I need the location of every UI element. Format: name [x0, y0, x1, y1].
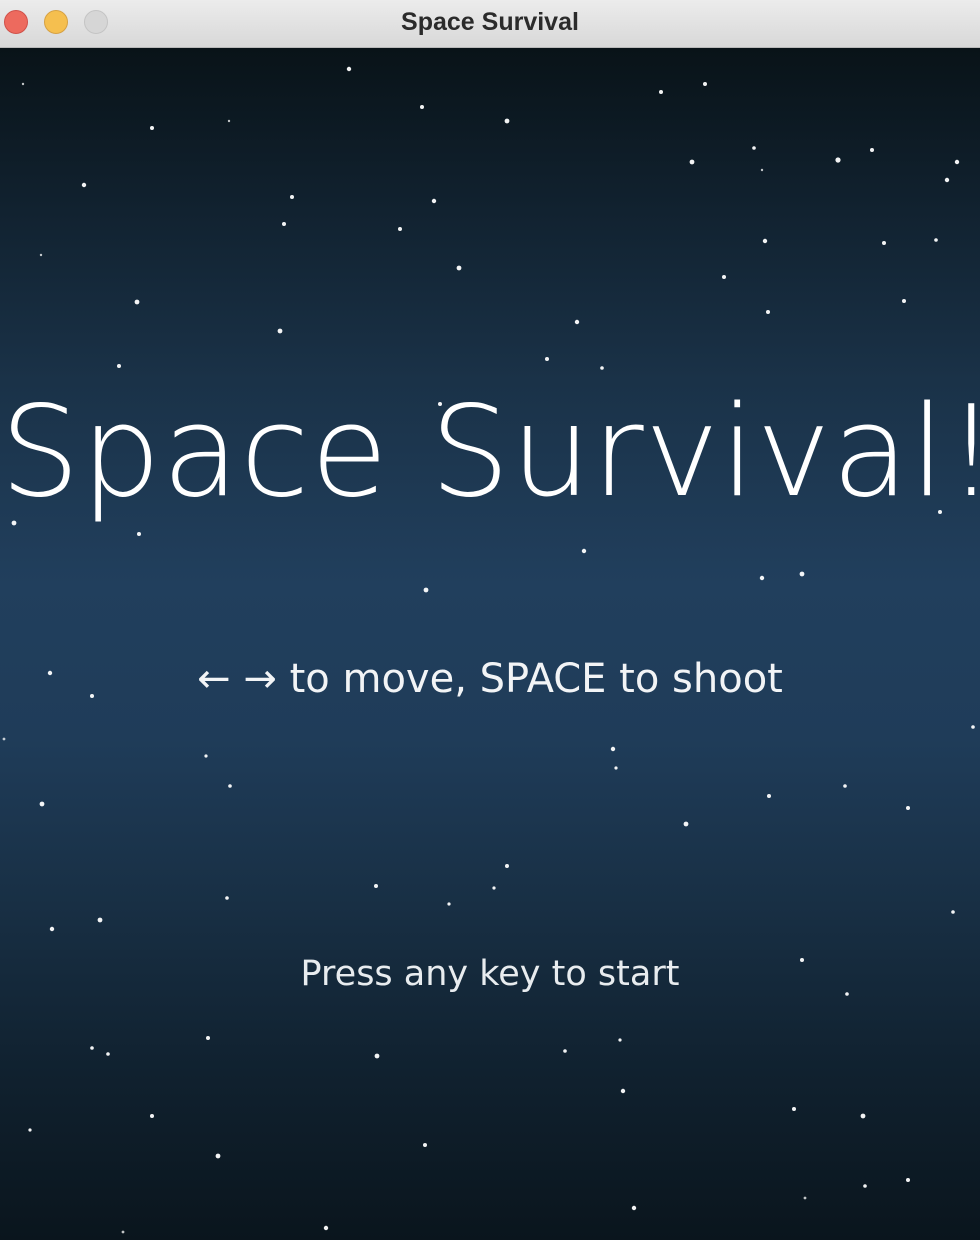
star	[150, 126, 154, 130]
star	[906, 806, 910, 810]
star	[614, 766, 618, 770]
starfield	[2, 66, 975, 1234]
app-window: Space Survival Space Survival! ← → to mo…	[0, 0, 980, 1240]
star	[346, 66, 352, 72]
star	[227, 119, 231, 123]
game-title: Space Survival!	[0, 378, 980, 525]
star	[760, 168, 764, 172]
window-title: Space Survival	[401, 8, 579, 36]
star	[620, 1088, 626, 1094]
star	[117, 364, 121, 368]
star	[752, 146, 756, 150]
star	[870, 148, 874, 152]
star	[492, 886, 496, 890]
star	[423, 587, 429, 593]
star	[631, 1205, 637, 1211]
star	[574, 319, 580, 325]
star	[505, 864, 509, 868]
star	[944, 177, 950, 183]
star	[600, 366, 604, 370]
star	[447, 902, 451, 906]
star	[659, 90, 663, 94]
star	[689, 159, 695, 165]
star	[618, 1038, 622, 1042]
star	[137, 532, 141, 536]
star	[906, 1178, 910, 1182]
star	[215, 1153, 221, 1159]
star	[860, 1113, 866, 1119]
star	[759, 575, 765, 581]
star	[398, 227, 402, 231]
star	[766, 310, 770, 314]
game-canvas[interactable]: Space Survival! ← → to move, SPACE to sh…	[0, 48, 980, 1240]
star	[703, 82, 707, 86]
star	[374, 884, 378, 888]
star	[423, 1143, 427, 1147]
star	[767, 794, 771, 798]
star	[106, 1052, 110, 1056]
star	[134, 299, 140, 305]
star	[431, 198, 437, 204]
star	[792, 1107, 796, 1111]
star	[49, 926, 55, 932]
title-bar: Space Survival	[0, 0, 980, 48]
star	[420, 105, 424, 109]
star	[225, 896, 229, 900]
star	[150, 1114, 154, 1118]
star	[90, 1046, 94, 1050]
star	[971, 725, 975, 729]
star	[39, 801, 45, 807]
star	[21, 82, 25, 86]
star	[277, 328, 283, 334]
star	[282, 222, 286, 226]
star	[290, 195, 294, 199]
star	[954, 159, 960, 165]
star	[204, 754, 208, 758]
star	[863, 1184, 867, 1188]
star	[934, 238, 938, 242]
star	[456, 265, 462, 271]
star	[803, 1196, 807, 1200]
star	[683, 821, 689, 827]
star	[610, 746, 616, 752]
star	[206, 1036, 210, 1040]
star	[121, 1230, 125, 1234]
star	[2, 737, 6, 741]
star	[97, 917, 103, 923]
controls-instructions: ← → to move, SPACE to shoot	[197, 656, 783, 702]
star	[323, 1225, 329, 1231]
star	[843, 784, 847, 788]
star	[799, 571, 805, 577]
star	[81, 182, 87, 188]
start-prompt: Press any key to start	[300, 954, 680, 994]
star	[951, 910, 955, 914]
star	[581, 548, 587, 554]
star	[39, 253, 43, 257]
star	[28, 1128, 32, 1132]
star	[228, 784, 232, 788]
star	[902, 299, 906, 303]
star	[762, 238, 768, 244]
star	[545, 357, 549, 361]
star	[563, 1049, 567, 1053]
star	[374, 1053, 380, 1059]
star	[882, 241, 886, 245]
star	[835, 157, 841, 163]
star	[504, 118, 510, 124]
star	[722, 275, 726, 279]
